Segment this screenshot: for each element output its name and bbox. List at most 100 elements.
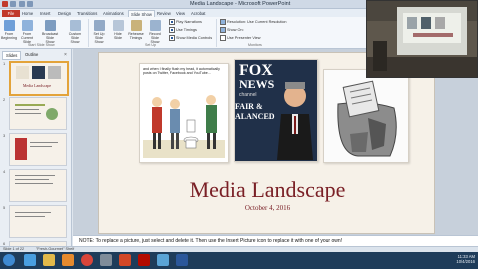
notes-pane[interactable]: NOTE: To replace a picture, just select … — [73, 235, 478, 246]
ribbon-separator — [88, 19, 89, 47]
thumb-line — [15, 216, 45, 217]
record-icon — [149, 20, 161, 31]
powerpoint-icon[interactable] — [119, 254, 131, 266]
slide-title[interactable]: Media Landscape — [99, 177, 436, 203]
use-timings-checkbox[interactable]: Use Timings — [169, 27, 197, 33]
slide-date[interactable]: October 4, 2016 — [99, 204, 436, 212]
close-icon[interactable]: × — [64, 52, 67, 58]
play-icon — [3, 20, 15, 31]
setup-icon — [93, 20, 105, 31]
thumb-line — [15, 113, 41, 114]
media-player-icon[interactable] — [62, 254, 74, 266]
thumb-image — [15, 138, 27, 160]
clock[interactable]: 11:33 AM 10/4/2016 — [456, 254, 475, 264]
play-current-icon — [21, 20, 33, 31]
word-icon[interactable] — [176, 254, 188, 266]
ribbon-separator — [216, 19, 217, 47]
show-on-dropdown[interactable]: Show On: — [220, 27, 244, 33]
chrome-icon[interactable] — [81, 254, 93, 266]
reader-thumb-image — [48, 66, 61, 79]
tab-file[interactable]: File — [2, 10, 20, 17]
checkbox-icon — [169, 19, 175, 25]
resolution-label: Resolution: Use Current Resolution — [227, 20, 287, 24]
show-media-controls-label: Show Media Controls — [176, 36, 213, 40]
thumb-number: 3 — [3, 133, 6, 138]
hide-slide-button[interactable]: Hide Slide — [110, 20, 126, 40]
cartoon-drawing — [143, 95, 225, 158]
tab-review[interactable]: Review — [155, 10, 173, 17]
start-orb-icon[interactable] — [3, 254, 15, 266]
tab-animations[interactable]: Animations — [101, 10, 126, 17]
undo-icon[interactable] — [18, 1, 25, 7]
theme-name: "Fresh-Gourmet" Shelf — [36, 247, 75, 251]
hide-slide-icon — [112, 20, 124, 31]
tab-transitions[interactable]: Transitions — [75, 10, 99, 17]
tab-slides[interactable]: Slides — [2, 51, 22, 60]
webcam-overlay — [366, 0, 478, 78]
fox-tagline-1: FAIR & — [235, 102, 263, 111]
fox-news-picture[interactable]: FOX NEWS channel FAIR & ALANCED — [234, 59, 318, 162]
anchor-figure — [277, 82, 313, 160]
group-start-slide-show: Start Slide Show — [28, 43, 55, 47]
play-narrations-label: Play Narrations — [176, 20, 202, 24]
classroom-camera-image — [367, 1, 477, 77]
thumb-number: 4 — [3, 169, 6, 174]
resolution-dropdown[interactable]: Resolution: Use Current Resolution — [220, 19, 287, 25]
fox-thumb-image — [32, 66, 45, 79]
monitor-icon — [220, 27, 226, 33]
from-beginning-label: From Beginning — [1, 32, 17, 40]
thumb-line — [15, 183, 53, 184]
monitor-icon — [220, 19, 226, 25]
thumb-number: 2 — [3, 97, 6, 102]
redo-icon[interactable] — [27, 1, 34, 7]
tab-design[interactable]: Design — [56, 10, 73, 17]
taskbar: 11:33 AM 10/4/2016 — [0, 252, 478, 269]
slide-thumbnail-1[interactable]: Media Landscape — [9, 61, 69, 96]
tab-insert[interactable]: Insert — [38, 10, 52, 17]
slide-thumbnail-5[interactable] — [9, 205, 67, 238]
checkbox-icon — [169, 27, 175, 33]
tab-view[interactable]: View — [174, 10, 187, 17]
thumb-image — [46, 108, 58, 120]
from-current-slide-button[interactable]: From Current Slide — [19, 20, 35, 44]
hide-slide-label: Hide Slide — [114, 32, 122, 40]
show-media-controls-checkbox[interactable]: Show Media Controls — [169, 35, 212, 41]
fox-channel-label: channel — [239, 92, 257, 98]
slide-thumbnail-3[interactable] — [9, 133, 67, 166]
slide-thumbnail-2[interactable] — [9, 97, 67, 130]
thumb-line — [15, 179, 49, 180]
tab-outline[interactable]: Outline — [22, 51, 41, 58]
broadcast-button[interactable]: Broadcast Slide Show — [42, 20, 58, 44]
paint-icon[interactable] — [157, 254, 169, 266]
newspaper-reader-picture[interactable] — [323, 69, 409, 163]
cartoon-thumb-image — [16, 66, 29, 79]
play-narrations-checkbox[interactable]: Play Narrations — [169, 19, 202, 25]
slide-thumbnail-4[interactable] — [9, 169, 67, 202]
group-monitors: Monitors — [248, 43, 262, 47]
cartoon-picture[interactable]: and when I finally flush my head, it aut… — [139, 63, 229, 163]
acrobat-icon[interactable] — [138, 254, 150, 266]
thumb-line — [30, 142, 58, 143]
powerpoint-icon[interactable] — [2, 1, 8, 7]
presenter-view-checkbox[interactable]: Use Presenter View — [220, 35, 260, 41]
misc-icon[interactable] — [100, 254, 112, 266]
thumb-line — [15, 212, 51, 213]
checkbox-icon — [220, 35, 226, 41]
tab-home[interactable]: Home — [20, 10, 35, 17]
current-slide[interactable]: and when I finally flush my head, it aut… — [98, 52, 435, 234]
rehearse-timings-button[interactable]: Rehearse Timings — [128, 20, 144, 40]
custom-show-icon — [69, 20, 81, 31]
ie-icon[interactable] — [24, 254, 36, 266]
setup-slide-show-button[interactable]: Set Up Slide Show — [91, 20, 107, 44]
tab-acrobat[interactable]: Acrobat — [189, 10, 207, 17]
thumb-title: Media Landscape — [22, 83, 52, 88]
thumb-line — [15, 175, 55, 176]
from-beginning-button[interactable]: From Beginning — [1, 20, 17, 40]
explorer-icon[interactable] — [43, 254, 55, 266]
record-slide-show-button[interactable]: Record Slide Show — [147, 20, 163, 44]
thumb-line — [30, 146, 52, 147]
clock-date: 10/4/2016 — [456, 259, 475, 264]
fox-logo-top: FOX — [239, 62, 273, 79]
save-icon[interactable] — [10, 1, 17, 7]
custom-show-button[interactable]: Custom Slide Show — [67, 20, 83, 44]
